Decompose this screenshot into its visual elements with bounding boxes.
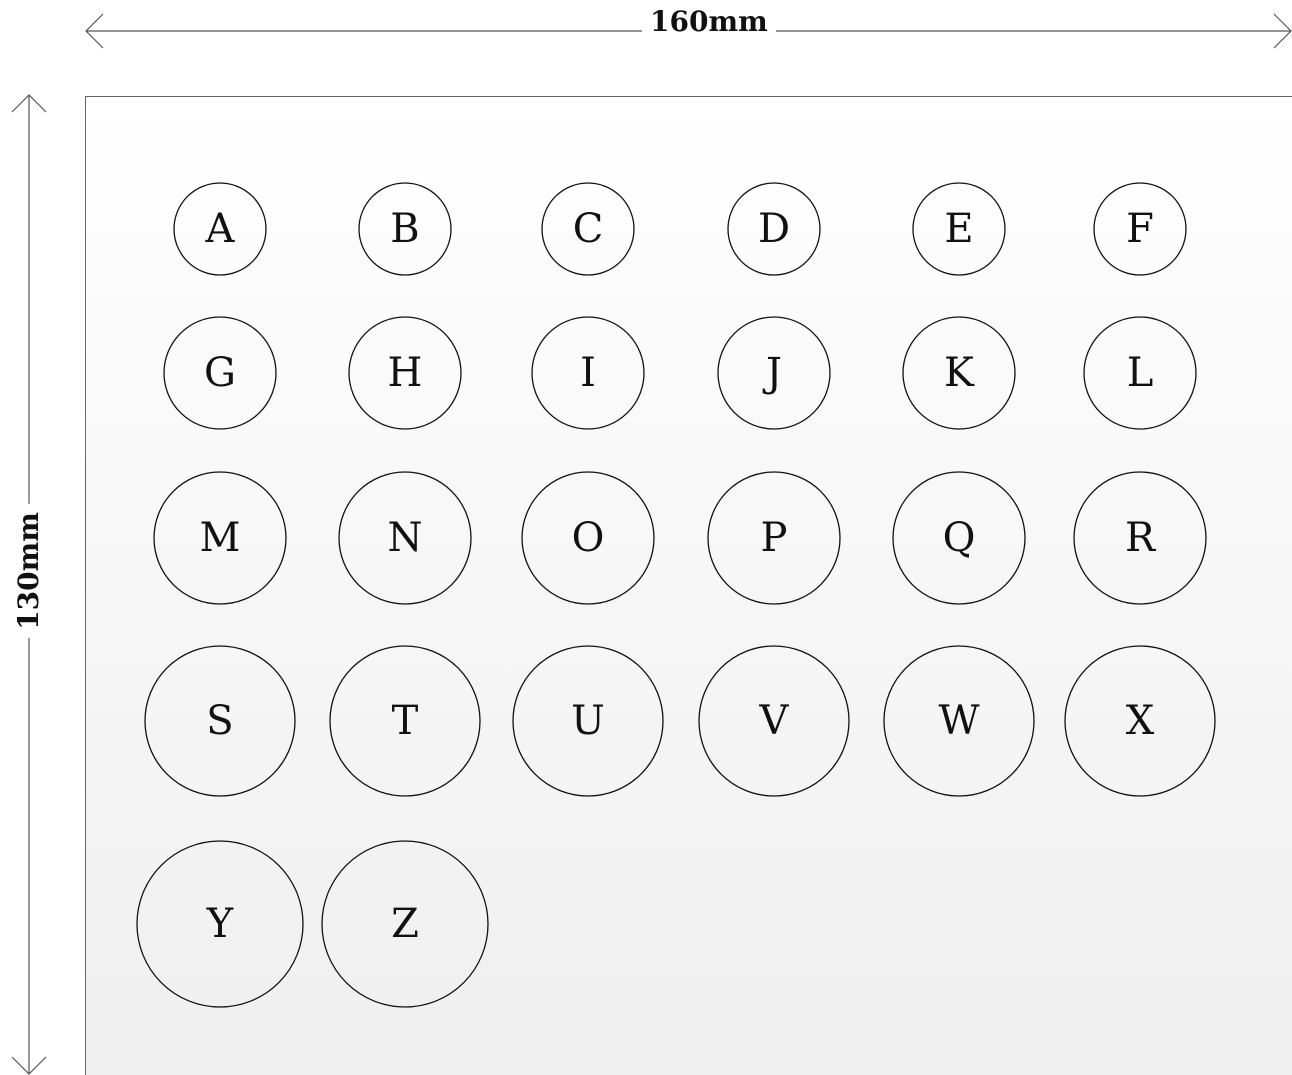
circle-letter-label: W bbox=[938, 698, 979, 744]
letter-circle-j: J bbox=[717, 316, 831, 430]
circle-letter-label: L bbox=[1127, 350, 1154, 396]
letter-circle-d: D bbox=[727, 182, 821, 276]
letter-circle-b: B bbox=[358, 182, 452, 276]
letter-circle-f: F bbox=[1093, 182, 1187, 276]
circle-letter-label: G bbox=[204, 350, 236, 396]
circle-letter-label: F bbox=[1126, 206, 1154, 252]
letter-circle-k: K bbox=[902, 316, 1016, 430]
circle-letter-label: D bbox=[758, 206, 790, 252]
circle-letter-label: O bbox=[572, 515, 605, 561]
letter-circle-x: X bbox=[1064, 645, 1216, 797]
circle-letter-label: V bbox=[759, 698, 790, 744]
circle-letter-label: Q bbox=[943, 515, 976, 561]
circle-letter-label: Y bbox=[206, 901, 234, 947]
letter-circle-p: P bbox=[707, 471, 841, 605]
letter-circle-s: S bbox=[144, 645, 296, 797]
circle-letter-label: M bbox=[200, 515, 241, 561]
letter-circle-r: R bbox=[1073, 471, 1207, 605]
letter-circle-v: V bbox=[698, 645, 850, 797]
letter-circle-h: H bbox=[348, 316, 462, 430]
circle-letter-label: R bbox=[1125, 515, 1157, 561]
circle-letter-label: T bbox=[392, 698, 419, 744]
circle-letter-label: H bbox=[388, 350, 423, 396]
letter-circle-e: E bbox=[912, 182, 1006, 276]
letter-circle-l: L bbox=[1083, 316, 1197, 430]
letter-circle-g: G bbox=[163, 316, 277, 430]
letter-circle-z: Z bbox=[321, 840, 489, 1008]
circle-letter-label: E bbox=[944, 206, 973, 252]
letter-circle-u: U bbox=[512, 645, 664, 797]
letter-circle-n: N bbox=[338, 471, 472, 605]
letter-circle-q: Q bbox=[892, 471, 1026, 605]
circle-letter-label: X bbox=[1126, 698, 1155, 744]
letter-circle-c: C bbox=[541, 182, 635, 276]
letter-circle-a: A bbox=[173, 182, 267, 276]
circle-letter-label: I bbox=[580, 350, 596, 396]
circle-letter-label: B bbox=[390, 206, 419, 252]
circle-letter-label: C bbox=[573, 206, 604, 252]
circle-letter-label: A bbox=[205, 206, 236, 252]
circle-letter-label: S bbox=[206, 698, 233, 744]
circle-letter-label: K bbox=[944, 350, 975, 396]
circle-letter-label: Z bbox=[391, 901, 419, 947]
circle-letter-label: N bbox=[388, 515, 423, 561]
letter-circles: A B C D E F G H I J K L M N O P Q R S T U V W X Y Z bbox=[136, 182, 1216, 1008]
circle-letter-label: U bbox=[571, 698, 605, 744]
letter-circle-o: O bbox=[521, 471, 655, 605]
letter-circle-w: W bbox=[883, 645, 1035, 797]
letter-circle-t: T bbox=[329, 645, 481, 797]
circle-letter-label: P bbox=[761, 515, 788, 561]
letter-circle-i: I bbox=[531, 316, 645, 430]
circle-letter-label: J bbox=[762, 350, 782, 396]
letter-circle-y: Y bbox=[136, 840, 304, 1008]
letter-circle-m: M bbox=[153, 471, 287, 605]
